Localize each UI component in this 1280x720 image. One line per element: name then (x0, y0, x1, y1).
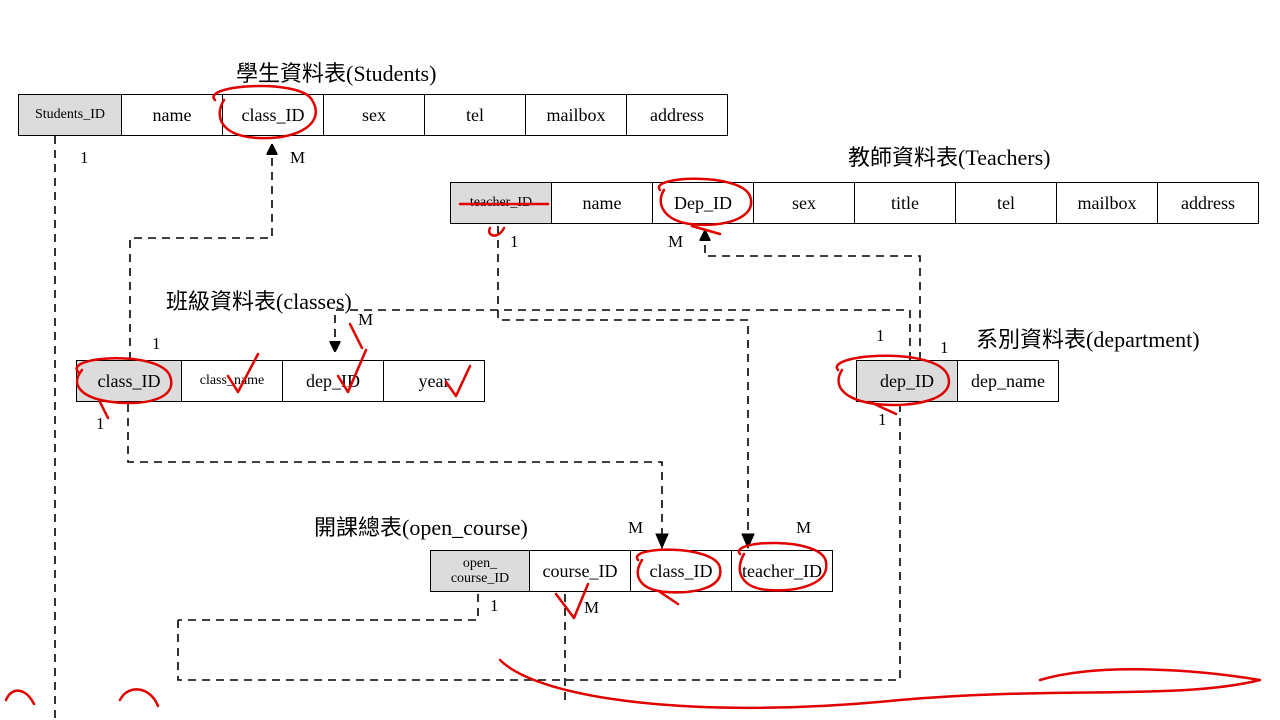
classes-col-2: dep_ID (283, 361, 384, 402)
students-title: 學生資料表(Students) (236, 56, 436, 88)
card-1: 1 (152, 334, 161, 354)
teachers-col-3: sex (754, 183, 855, 224)
teachers-col-1: name (552, 183, 653, 224)
open-course-title: 開課總表(open_course) (314, 510, 528, 542)
teachers-col-5: tel (956, 183, 1057, 224)
card-1: 1 (940, 338, 949, 358)
card-1: 1 (876, 326, 885, 346)
card-1: 1 (878, 410, 887, 430)
teachers-table: teacher_ID name Dep_ID sex title tel mai… (450, 182, 1259, 224)
classes-col-0: class_ID (77, 361, 182, 402)
department-col-0: dep_ID (857, 361, 958, 402)
open-course-col-0: open_ course_ID (431, 551, 530, 592)
students-col-4: tel (425, 95, 526, 136)
card-1: 1 (490, 596, 499, 616)
open-course-col-3: teacher_ID (732, 551, 833, 592)
card-1: 1 (510, 232, 519, 252)
teachers-col-7: address (1158, 183, 1259, 224)
department-title: 系別資料表(department) (976, 322, 1200, 354)
card-m: M (668, 232, 683, 252)
students-col-6: address (627, 95, 728, 136)
students-table: Students_ID name class_ID sex tel mailbo… (18, 94, 728, 136)
teachers-col-6: mailbox (1057, 183, 1158, 224)
open-course-table: open_ course_ID course_ID class_ID teach… (430, 550, 833, 592)
teachers-title: 教師資料表(Teachers) (848, 140, 1051, 172)
department-col-1: dep_name (958, 361, 1059, 402)
card-m: M (584, 598, 599, 618)
classes-title: 班級資料表(classes) (166, 284, 352, 316)
card-m: M (628, 518, 643, 538)
card-m: M (796, 518, 811, 538)
card-1: 1 (80, 148, 89, 168)
card-m: M (358, 310, 373, 330)
department-table: dep_ID dep_name (856, 360, 1059, 402)
students-col-5: mailbox (526, 95, 627, 136)
card-m: M (290, 148, 305, 168)
teachers-col-2: Dep_ID (653, 183, 754, 224)
er-diagram: 學生資料表(Students) Students_ID name class_I… (0, 0, 1280, 720)
students-col-0: Students_ID (19, 95, 122, 136)
open-course-col-1: course_ID (530, 551, 631, 592)
open-course-col-2: class_ID (631, 551, 732, 592)
students-col-1: name (122, 95, 223, 136)
teachers-col-4: title (855, 183, 956, 224)
classes-col-3: year (384, 361, 485, 402)
students-col-2: class_ID (223, 95, 324, 136)
card-1: 1 (96, 414, 105, 434)
students-col-3: sex (324, 95, 425, 136)
classes-table: class_ID class_name dep_ID year (76, 360, 485, 402)
teachers-col-0: teacher_ID (451, 183, 552, 224)
classes-col-1: class_name (182, 361, 283, 402)
